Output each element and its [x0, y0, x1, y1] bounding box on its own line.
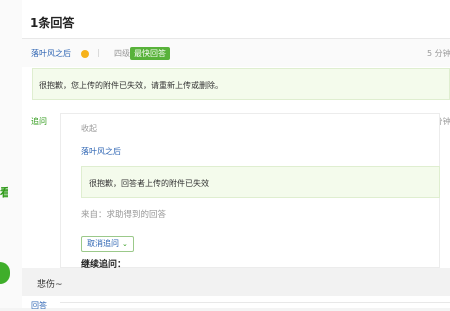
bottom-divider — [60, 302, 450, 303]
medal-icon — [81, 50, 89, 58]
reply-text: 悲伤~ — [37, 280, 63, 290]
source-text: 来自：求助得到的回答 — [81, 210, 167, 220]
followup-username[interactable]: 落叶风之后 — [81, 146, 121, 157]
answer-label: 回答 — [31, 301, 47, 310]
attachment-notice-text: 很抱歉，您上传的附件已失效，请重新上传或删除。 — [39, 81, 223, 90]
cancel-followup-button[interactable]: 取消追问 ⌄ — [81, 236, 134, 252]
answer-panel: 1条回答 落叶风之后 | 四级 最快回答 5 分钟 很抱歉，您上传的附件已失效，… — [22, 0, 450, 310]
answer-time: 5 分钟 — [427, 49, 450, 58]
answerer-username[interactable]: 落叶风之后 — [31, 48, 71, 59]
side-label: 看 — [0, 186, 8, 199]
fastest-answer-badge: 最快回答 — [130, 47, 170, 60]
reply-bar — [22, 268, 450, 296]
followup-notice-text: 很抱歉，回答者上传的附件已失效 — [89, 179, 209, 188]
collapse-link[interactable]: 收起 — [81, 123, 97, 134]
answer-count-title: 1条回答 — [30, 16, 75, 30]
followup-label: 追问 — [31, 117, 47, 126]
separator: | — [97, 48, 100, 57]
chevron-down-icon: ⌄ — [122, 240, 128, 248]
cancel-followup-label: 取消追问 — [87, 239, 119, 248]
user-level: 四级 — [114, 49, 130, 58]
